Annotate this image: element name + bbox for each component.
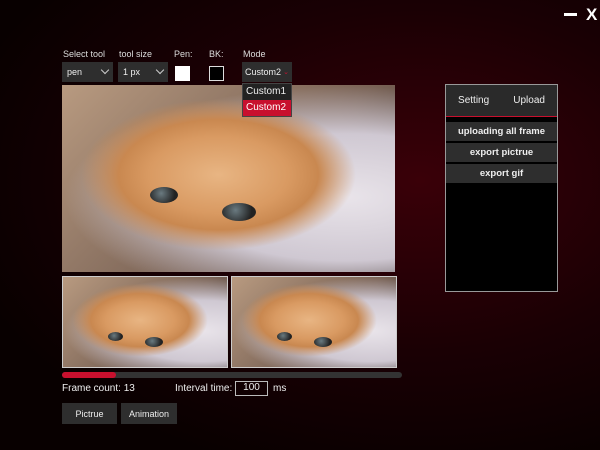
tool-size-dropdown[interactable]: 1 px (118, 62, 168, 82)
frame-count-label: Frame count: (62, 383, 121, 394)
panel-tabs: Setting Upload (446, 85, 557, 117)
mode-dropdown[interactable]: Custom2 ⌄ (242, 62, 292, 82)
frames-scrollbar-thumb[interactable] (62, 372, 117, 378)
interval-unit: ms (273, 383, 287, 394)
mode-option-custom2[interactable]: Custom2 (243, 100, 291, 116)
minimize-button[interactable] (564, 13, 577, 16)
tool-size-label: tool size (119, 49, 153, 59)
frame-thumbnail[interactable] (62, 276, 228, 368)
animation-button[interactable]: Animation (121, 403, 177, 424)
cat-eye (150, 187, 178, 203)
frame-count-value: 13 (123, 383, 135, 394)
bk-label: BK: (209, 49, 224, 59)
select-tool-value: pen (67, 67, 83, 77)
chevron-down-icon (100, 65, 110, 75)
frame-thumbnail[interactable] (231, 276, 397, 368)
export-gif-button[interactable]: export gif (446, 164, 557, 183)
close-button[interactable]: X (586, 5, 597, 25)
cat-eye (222, 203, 256, 221)
cat-eye (108, 332, 123, 341)
uploading-all-frame-button[interactable]: uploading all frame (446, 122, 557, 141)
interval-label: Interval time: (175, 383, 233, 394)
tab-setting[interactable]: Setting (458, 95, 489, 106)
pen-label: Pen: (174, 49, 193, 59)
frame-count: Frame count: 13 (62, 383, 135, 394)
tab-upload[interactable]: Upload (513, 95, 545, 106)
side-panel: Setting Upload uploading all frame expor… (445, 84, 558, 292)
select-tool-label: Select tool (63, 49, 106, 59)
drawing-canvas[interactable] (62, 85, 395, 272)
frames-scrollbar[interactable] (62, 372, 402, 378)
interval-input[interactable]: 100 (235, 381, 268, 396)
pen-color-swatch[interactable] (175, 66, 190, 81)
picture-button[interactable]: Pictrue (62, 403, 117, 424)
mode-option-custom1[interactable]: Custom1 (243, 84, 291, 100)
mode-value: Custom2 (245, 67, 282, 77)
cat-eye (314, 337, 332, 347)
cat-eye (277, 332, 292, 341)
mode-options-list: Custom1 Custom2 (242, 83, 292, 117)
select-tool-dropdown[interactable]: pen (62, 62, 113, 82)
cat-eye (145, 337, 163, 347)
export-picture-button[interactable]: export pictrue (446, 143, 557, 162)
mode-label: Mode (243, 49, 266, 59)
bk-color-swatch[interactable] (209, 66, 224, 81)
tool-size-value: 1 px (123, 67, 141, 77)
chevron-down-icon: ⌄ (283, 69, 289, 76)
chevron-down-icon (155, 65, 165, 75)
